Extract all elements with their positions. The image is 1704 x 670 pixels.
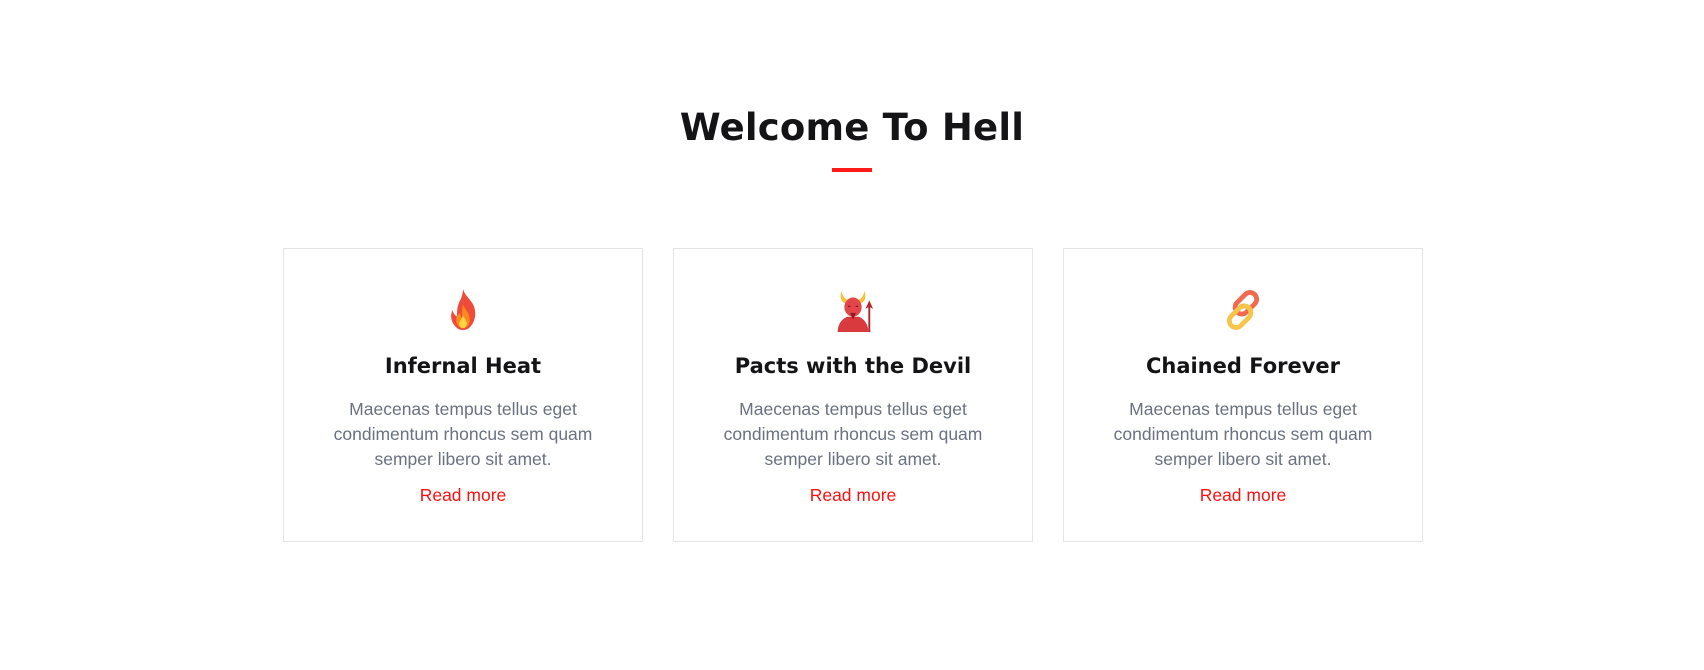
card-title: Infernal Heat xyxy=(384,354,542,378)
fire-icon xyxy=(451,288,476,331)
feature-cards: Infernal Heat Maecenas tempus tellus ege… xyxy=(283,248,1423,542)
read-more-link[interactable]: Read more xyxy=(1200,482,1287,508)
title-underline xyxy=(832,168,872,172)
read-more-link[interactable]: Read more xyxy=(810,482,897,508)
card-description: Maecenas tempus tellus eget condimentum … xyxy=(723,399,983,469)
feature-card-pacts-with-the-devil: Pacts with the Devil Maecenas tempus tel… xyxy=(673,248,1033,542)
card-title: Chained Forever xyxy=(1145,354,1341,378)
section-title: Welcome To Hell xyxy=(679,106,1025,149)
chain-icon xyxy=(1226,290,1260,330)
read-more-link[interactable]: Read more xyxy=(420,482,507,508)
card-title: Pacts with the Devil xyxy=(734,354,972,378)
card-description: Maecenas tempus tellus eget condimentum … xyxy=(333,399,593,469)
feature-card-infernal-heat: Infernal Heat Maecenas tempus tellus ege… xyxy=(283,248,643,542)
devil-icon xyxy=(837,290,874,333)
feature-card-chained-forever: Chained Forever Maecenas tempus tellus e… xyxy=(1063,248,1423,542)
card-description: Maecenas tempus tellus eget condimentum … xyxy=(1113,399,1373,469)
